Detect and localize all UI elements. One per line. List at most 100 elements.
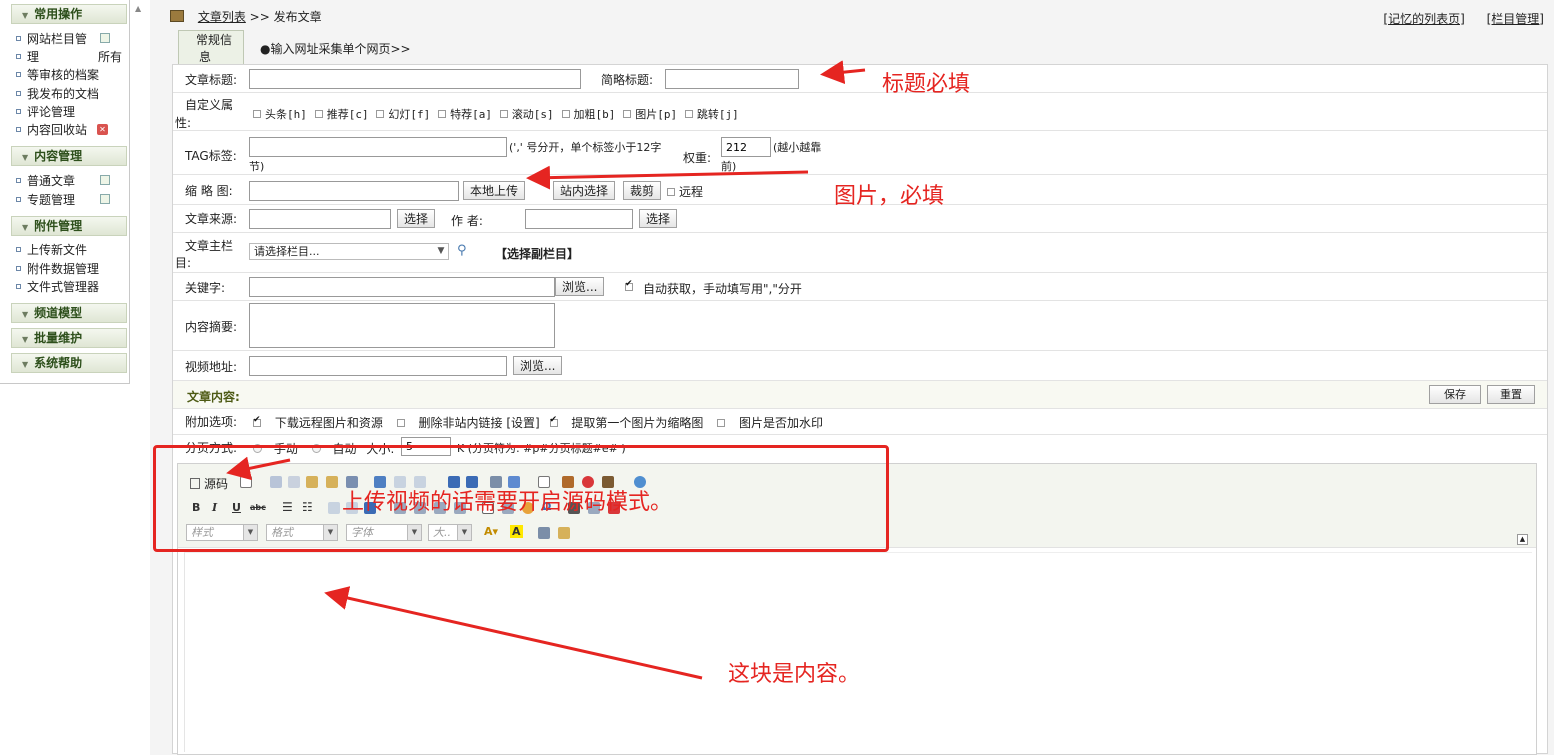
chevron-down-icon: ▼	[22, 11, 29, 20]
breadcrumb-article-list[interactable]: 文章列表	[198, 10, 246, 24]
dropdown-arrow-icon: ▼	[434, 244, 448, 259]
attr-headline[interactable]: 头条[h]	[253, 107, 311, 121]
remember-list-link[interactable]: [记忆的列表页]	[1383, 12, 1464, 26]
bullet-icon	[16, 197, 21, 202]
add-icon[interactable]	[100, 33, 110, 43]
title-input[interactable]	[249, 69, 581, 89]
sidebar-item-column-manage[interactable]: 网站栏目管	[16, 30, 126, 48]
section-common-ops[interactable]: ▼ 常用操作	[11, 4, 127, 24]
first-thumb-checkbox[interactable]	[549, 415, 562, 430]
local-upload-button[interactable]: 本地上传	[463, 181, 526, 200]
sub-column-link[interactable]: 【选择副栏目】	[495, 245, 579, 262]
tab-general-info[interactable]: 常规信 息	[178, 30, 244, 64]
column-manage-link[interactable]: [栏目管理]	[1487, 12, 1544, 26]
book-icon	[170, 10, 184, 22]
annotation-image-required: 图片，必填	[834, 184, 945, 209]
weight-input[interactable]	[721, 137, 771, 157]
thumbnail-input[interactable]	[249, 181, 459, 201]
sidebar-item-attachment-data[interactable]: 附件数据管理	[16, 260, 126, 278]
row-summary: 内容摘要:	[173, 301, 1547, 351]
breadcrumb: 文章列表 >> 发布文章	[170, 8, 322, 25]
section-attachments[interactable]: ▼ 附件管理	[11, 216, 127, 236]
row-extra-options: 附加选项: 下载远程图片和资源 删除非站内链接 [设置] 提取第一个图片为缩略图…	[173, 409, 1547, 435]
video-browse-button[interactable]: 浏览...	[513, 356, 563, 375]
attr-bold[interactable]: 加粗[b]	[561, 107, 620, 121]
attr-image[interactable]: 图片[p]	[623, 107, 681, 121]
chevron-down-icon: ▼	[22, 310, 29, 319]
attr-recommend[interactable]: 推荐[c]	[314, 107, 373, 121]
annotation-video-source: 上传视频的话需要开启源码模式。	[342, 490, 673, 515]
main-panel: 文章列表 >> 发布文章 [记忆的列表页] [栏目管理] 常规信 息 ●输入网址…	[150, 0, 1554, 755]
remote-checkbox[interactable]: 远程	[667, 183, 703, 200]
article-form: 文章标题: 简略标题: 自定义属 性: 头条[h] 推荐[c] 幻灯[f] 特荐…	[172, 64, 1548, 755]
chevron-down-icon: ▼	[22, 335, 29, 344]
section-batch-maintain[interactable]: ▼ 批量维护	[11, 328, 127, 348]
content-header: 文章内容: 保存 重置	[173, 381, 1547, 409]
trash-icon[interactable]: ✕	[97, 124, 108, 135]
chevron-down-icon: ▼	[22, 223, 29, 232]
download-remote-checkbox[interactable]	[253, 415, 265, 430]
bullet-icon	[16, 91, 21, 96]
editor-scroll-up-icon[interactable]: ▲	[1517, 534, 1528, 545]
attr-jump[interactable]: 跳转[j]	[684, 107, 743, 121]
sidebar-item-recycle[interactable]: 内容回收站 ✕	[16, 121, 126, 139]
save-button[interactable]: 保存	[1429, 385, 1481, 404]
keywords-browse-button[interactable]: 浏览...	[555, 277, 605, 296]
bullet-icon	[16, 54, 21, 59]
row-video: 视频地址: 浏览...	[173, 351, 1547, 381]
reset-button[interactable]: 重置	[1487, 385, 1535, 404]
author-select-button[interactable]: 选择	[639, 209, 678, 228]
attr-special[interactable]: 特荐[a]	[438, 107, 496, 121]
bullet-icon	[16, 266, 21, 271]
summary-textarea[interactable]	[249, 303, 555, 348]
bullet-icon	[16, 284, 21, 289]
sidebar-item-topics[interactable]: 专题管理	[16, 191, 126, 209]
section-system-help[interactable]: ▼ 系统帮助	[11, 353, 127, 373]
crop-button[interactable]: 裁剪	[623, 181, 662, 200]
scroll-up-icon[interactable]: ▲	[135, 4, 141, 13]
attr-slide[interactable]: 幻灯[f]	[376, 107, 434, 121]
column-select[interactable]: 请选择栏目... ▼	[249, 243, 449, 260]
bullet-icon	[16, 247, 21, 252]
breadcrumb-current: 发布文章	[273, 10, 322, 24]
attr-checkboxes: 头条[h] 推荐[c] 幻灯[f] 特荐[a] 滚动[s] 加粗[b] 图片[p…	[253, 106, 743, 122]
sidebar-item-comments[interactable]: 评论管理	[16, 103, 126, 121]
add-icon[interactable]	[100, 175, 110, 185]
add-icon[interactable]	[100, 194, 110, 204]
delete-links-checkbox[interactable]	[396, 416, 409, 430]
auto-fetch-checkbox[interactable]	[625, 279, 637, 294]
sidebar: ▼ 常用操作 网站栏目管 理所有 等审核的档案 我发布的文档 评论管理 内容回收站…	[0, 0, 130, 384]
bullet-icon	[16, 127, 21, 132]
tab-collect-url[interactable]: ●输入网址采集单个网页>>	[260, 40, 411, 57]
sidebar-scrollbar[interactable]: ▲	[132, 0, 148, 755]
bullet-icon	[16, 72, 21, 77]
sidebar-item-file-manager[interactable]: 文件式管理器	[16, 278, 126, 296]
sidebar-item-articles[interactable]: 普通文章	[16, 172, 126, 190]
bullet-icon	[16, 109, 21, 114]
sidebar-item-pending-archives[interactable]: 等审核的档案	[16, 66, 126, 84]
sidebar-item-column-manage-wrap[interactable]: 理所有	[16, 48, 126, 66]
bullet-icon	[16, 178, 21, 183]
tag-input[interactable]	[249, 137, 507, 157]
annotation-title-required: 标题必填	[882, 72, 971, 97]
author-input[interactable]	[525, 209, 633, 229]
chevron-down-icon: ▼	[22, 153, 29, 162]
attr-scroll[interactable]: 滚动[s]	[499, 107, 558, 121]
sidebar-item-my-docs[interactable]: 我发布的文档	[16, 85, 126, 103]
video-url-input[interactable]	[249, 356, 507, 376]
site-select-button[interactable]: 站内选择	[553, 181, 616, 200]
row-title: 文章标题: 简略标题:	[173, 65, 1547, 93]
section-channel-models[interactable]: ▼ 频道模型	[11, 303, 127, 323]
keywords-input[interactable]	[249, 277, 555, 297]
row-custom-attrs: 自定义属 性: 头条[h] 推荐[c] 幻灯[f] 特荐[a] 滚动[s] 加粗…	[173, 93, 1547, 131]
watermark-checkbox[interactable]	[717, 416, 729, 430]
settings-link[interactable]: [设置]	[506, 416, 539, 430]
annotation-content: 这块是内容。	[728, 662, 861, 687]
sidebar-item-upload-file[interactable]: 上传新文件	[16, 241, 126, 259]
short-title-input[interactable]	[665, 69, 799, 89]
source-select-button[interactable]: 选择	[397, 209, 436, 228]
source-input[interactable]	[249, 209, 391, 229]
search-icon[interactable]: ⚲	[457, 243, 467, 258]
editor-content-area[interactable]	[184, 552, 1532, 752]
section-content-manage[interactable]: ▼ 内容管理	[11, 146, 127, 166]
